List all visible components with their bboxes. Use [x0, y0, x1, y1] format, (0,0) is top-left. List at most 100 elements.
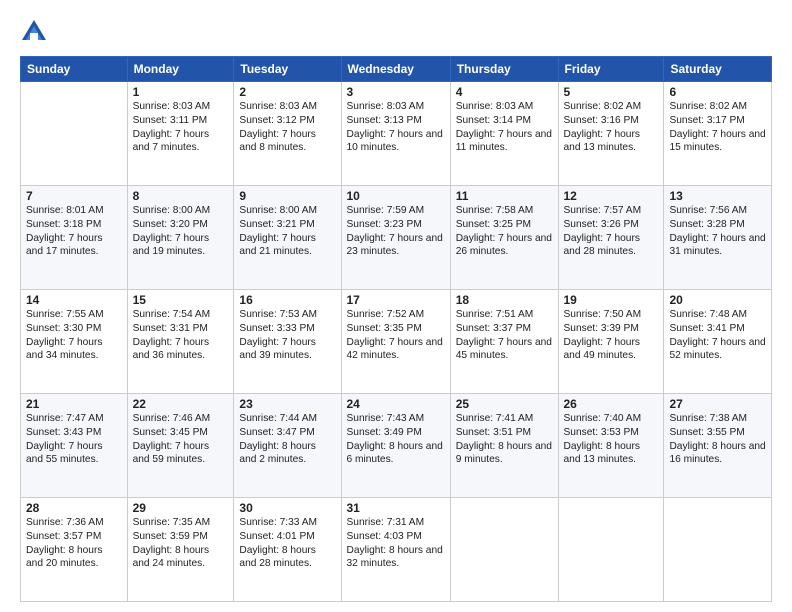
- day-info: Sunrise: 7:43 AMSunset: 3:49 PMDaylight:…: [347, 412, 445, 467]
- calendar-cell: 26Sunrise: 7:40 AMSunset: 3:53 PMDayligh…: [558, 394, 664, 498]
- weekday-header-thursday: Thursday: [450, 57, 558, 82]
- calendar-cell: 15Sunrise: 7:54 AMSunset: 3:31 PMDayligh…: [127, 290, 234, 394]
- calendar-cell: [21, 82, 128, 186]
- day-number: 14: [26, 293, 122, 307]
- day-info: Sunrise: 8:03 AMSunset: 3:14 PMDaylight:…: [456, 100, 553, 155]
- day-info: Sunrise: 7:59 AMSunset: 3:23 PMDaylight:…: [347, 204, 445, 259]
- calendar-cell: 10Sunrise: 7:59 AMSunset: 3:23 PMDayligh…: [341, 186, 450, 290]
- day-info: Sunrise: 8:02 AMSunset: 3:17 PMDaylight:…: [669, 100, 766, 155]
- calendar-cell: 23Sunrise: 7:44 AMSunset: 3:47 PMDayligh…: [234, 394, 341, 498]
- calendar-cell: 31Sunrise: 7:31 AMSunset: 4:03 PMDayligh…: [341, 498, 450, 602]
- weekday-header-monday: Monday: [127, 57, 234, 82]
- calendar-cell: 4Sunrise: 8:03 AMSunset: 3:14 PMDaylight…: [450, 82, 558, 186]
- calendar-cell: 3Sunrise: 8:03 AMSunset: 3:13 PMDaylight…: [341, 82, 450, 186]
- calendar-cell: 17Sunrise: 7:52 AMSunset: 3:35 PMDayligh…: [341, 290, 450, 394]
- day-number: 18: [456, 293, 553, 307]
- weekday-header-tuesday: Tuesday: [234, 57, 341, 82]
- day-info: Sunrise: 7:44 AMSunset: 3:47 PMDaylight:…: [239, 412, 335, 467]
- day-number: 13: [669, 189, 766, 203]
- header: [20, 18, 772, 46]
- day-number: 17: [347, 293, 445, 307]
- calendar-cell: 28Sunrise: 7:36 AMSunset: 3:57 PMDayligh…: [21, 498, 128, 602]
- day-number: 9: [239, 189, 335, 203]
- day-number: 21: [26, 397, 122, 411]
- calendar-week-5: 28Sunrise: 7:36 AMSunset: 3:57 PMDayligh…: [21, 498, 772, 602]
- day-number: 20: [669, 293, 766, 307]
- calendar-cell: 29Sunrise: 7:35 AMSunset: 3:59 PMDayligh…: [127, 498, 234, 602]
- calendar-cell: 13Sunrise: 7:56 AMSunset: 3:28 PMDayligh…: [664, 186, 772, 290]
- day-info: Sunrise: 7:36 AMSunset: 3:57 PMDaylight:…: [26, 516, 122, 571]
- day-info: Sunrise: 8:03 AMSunset: 3:12 PMDaylight:…: [239, 100, 335, 155]
- day-info: Sunrise: 7:47 AMSunset: 3:43 PMDaylight:…: [26, 412, 122, 467]
- day-info: Sunrise: 7:48 AMSunset: 3:41 PMDaylight:…: [669, 308, 766, 363]
- calendar-cell: 25Sunrise: 7:41 AMSunset: 3:51 PMDayligh…: [450, 394, 558, 498]
- calendar-week-4: 21Sunrise: 7:47 AMSunset: 3:43 PMDayligh…: [21, 394, 772, 498]
- calendar-week-2: 7Sunrise: 8:01 AMSunset: 3:18 PMDaylight…: [21, 186, 772, 290]
- calendar-cell: 18Sunrise: 7:51 AMSunset: 3:37 PMDayligh…: [450, 290, 558, 394]
- day-number: 30: [239, 501, 335, 515]
- calendar-cell: 30Sunrise: 7:33 AMSunset: 4:01 PMDayligh…: [234, 498, 341, 602]
- day-info: Sunrise: 8:00 AMSunset: 3:20 PMDaylight:…: [133, 204, 229, 259]
- calendar-cell: 19Sunrise: 7:50 AMSunset: 3:39 PMDayligh…: [558, 290, 664, 394]
- day-number: 24: [347, 397, 445, 411]
- day-number: 1: [133, 85, 229, 99]
- calendar-cell: [558, 498, 664, 602]
- day-number: 25: [456, 397, 553, 411]
- day-number: 27: [669, 397, 766, 411]
- day-number: 7: [26, 189, 122, 203]
- day-number: 26: [564, 397, 659, 411]
- day-number: 19: [564, 293, 659, 307]
- weekday-header-sunday: Sunday: [21, 57, 128, 82]
- calendar-cell: 14Sunrise: 7:55 AMSunset: 3:30 PMDayligh…: [21, 290, 128, 394]
- calendar-cell: 7Sunrise: 8:01 AMSunset: 3:18 PMDaylight…: [21, 186, 128, 290]
- day-info: Sunrise: 7:55 AMSunset: 3:30 PMDaylight:…: [26, 308, 122, 363]
- calendar-cell: 16Sunrise: 7:53 AMSunset: 3:33 PMDayligh…: [234, 290, 341, 394]
- day-number: 5: [564, 85, 659, 99]
- day-number: 22: [133, 397, 229, 411]
- calendar-cell: 6Sunrise: 8:02 AMSunset: 3:17 PMDaylight…: [664, 82, 772, 186]
- day-info: Sunrise: 7:58 AMSunset: 3:25 PMDaylight:…: [456, 204, 553, 259]
- calendar-cell: 9Sunrise: 8:00 AMSunset: 3:21 PMDaylight…: [234, 186, 341, 290]
- calendar-cell: 22Sunrise: 7:46 AMSunset: 3:45 PMDayligh…: [127, 394, 234, 498]
- day-number: 4: [456, 85, 553, 99]
- calendar-header: SundayMondayTuesdayWednesdayThursdayFrid…: [21, 57, 772, 82]
- day-info: Sunrise: 7:40 AMSunset: 3:53 PMDaylight:…: [564, 412, 659, 467]
- day-number: 16: [239, 293, 335, 307]
- day-info: Sunrise: 8:02 AMSunset: 3:16 PMDaylight:…: [564, 100, 659, 155]
- day-info: Sunrise: 7:46 AMSunset: 3:45 PMDaylight:…: [133, 412, 229, 467]
- calendar-table: SundayMondayTuesdayWednesdayThursdayFrid…: [20, 56, 772, 602]
- logo: [20, 18, 54, 46]
- calendar-week-3: 14Sunrise: 7:55 AMSunset: 3:30 PMDayligh…: [21, 290, 772, 394]
- calendar-cell: 1Sunrise: 8:03 AMSunset: 3:11 PMDaylight…: [127, 82, 234, 186]
- day-info: Sunrise: 8:01 AMSunset: 3:18 PMDaylight:…: [26, 204, 122, 259]
- calendar-cell: 11Sunrise: 7:58 AMSunset: 3:25 PMDayligh…: [450, 186, 558, 290]
- day-number: 28: [26, 501, 122, 515]
- day-info: Sunrise: 7:52 AMSunset: 3:35 PMDaylight:…: [347, 308, 445, 363]
- page: SundayMondayTuesdayWednesdayThursdayFrid…: [0, 0, 792, 612]
- day-info: Sunrise: 7:56 AMSunset: 3:28 PMDaylight:…: [669, 204, 766, 259]
- day-info: Sunrise: 7:41 AMSunset: 3:51 PMDaylight:…: [456, 412, 553, 467]
- day-info: Sunrise: 8:03 AMSunset: 3:11 PMDaylight:…: [133, 100, 229, 155]
- day-number: 11: [456, 189, 553, 203]
- calendar-cell: [664, 498, 772, 602]
- day-info: Sunrise: 7:51 AMSunset: 3:37 PMDaylight:…: [456, 308, 553, 363]
- day-info: Sunrise: 7:38 AMSunset: 3:55 PMDaylight:…: [669, 412, 766, 467]
- day-info: Sunrise: 7:54 AMSunset: 3:31 PMDaylight:…: [133, 308, 229, 363]
- day-number: 8: [133, 189, 229, 203]
- calendar-cell: 21Sunrise: 7:47 AMSunset: 3:43 PMDayligh…: [21, 394, 128, 498]
- calendar-week-1: 1Sunrise: 8:03 AMSunset: 3:11 PMDaylight…: [21, 82, 772, 186]
- weekday-row: SundayMondayTuesdayWednesdayThursdayFrid…: [21, 57, 772, 82]
- day-number: 3: [347, 85, 445, 99]
- weekday-header-friday: Friday: [558, 57, 664, 82]
- calendar-body: 1Sunrise: 8:03 AMSunset: 3:11 PMDaylight…: [21, 82, 772, 602]
- calendar-cell: 12Sunrise: 7:57 AMSunset: 3:26 PMDayligh…: [558, 186, 664, 290]
- day-number: 12: [564, 189, 659, 203]
- day-number: 10: [347, 189, 445, 203]
- day-number: 2: [239, 85, 335, 99]
- calendar-cell: 2Sunrise: 8:03 AMSunset: 3:12 PMDaylight…: [234, 82, 341, 186]
- weekday-header-wednesday: Wednesday: [341, 57, 450, 82]
- day-info: Sunrise: 7:33 AMSunset: 4:01 PMDaylight:…: [239, 516, 335, 571]
- day-number: 23: [239, 397, 335, 411]
- day-number: 6: [669, 85, 766, 99]
- calendar-cell: [450, 498, 558, 602]
